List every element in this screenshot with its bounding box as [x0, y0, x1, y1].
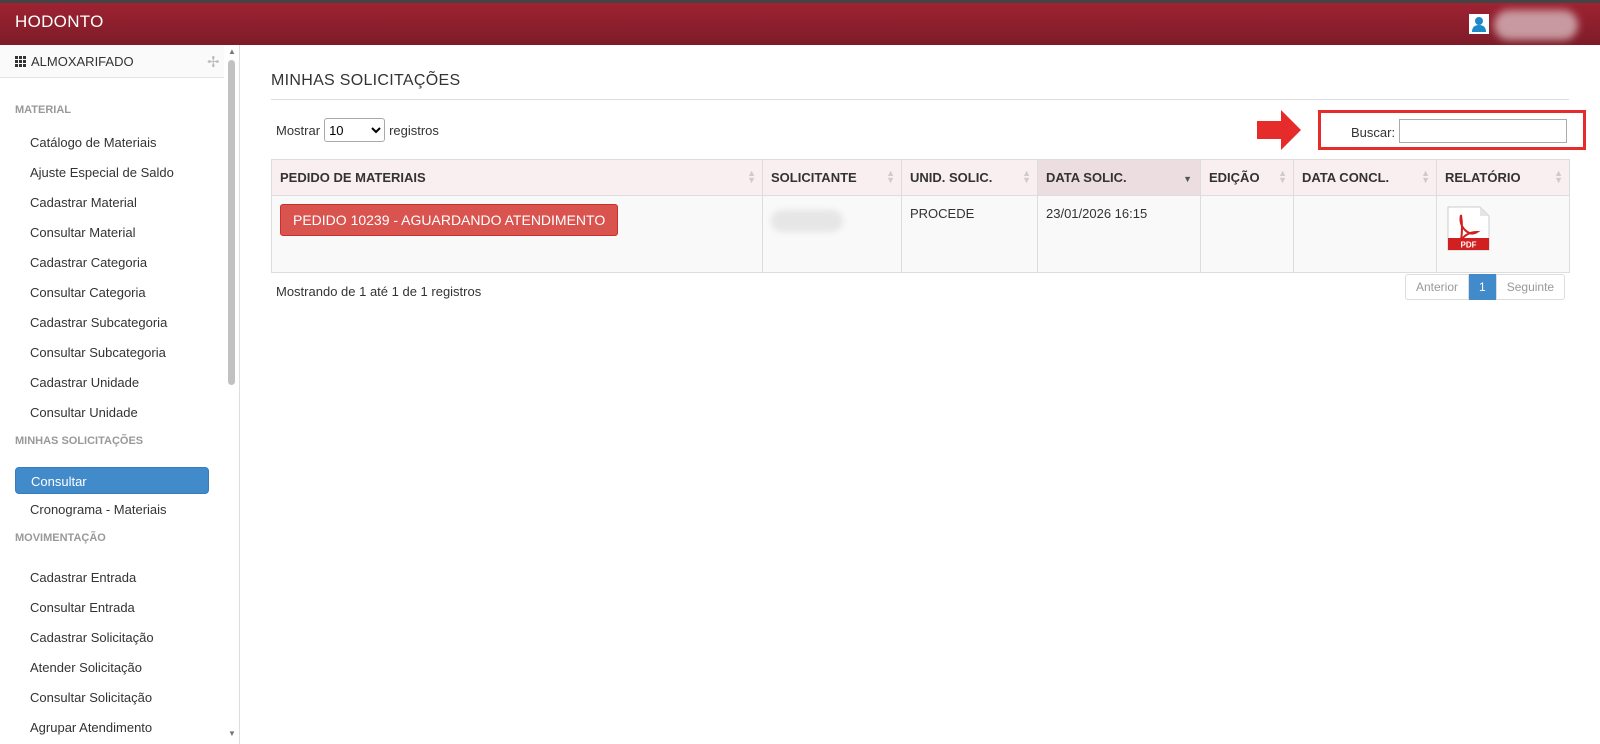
- col-label: PEDIDO DE MATERIAIS: [280, 170, 426, 185]
- col-header-edicao[interactable]: EDIÇÃO ▲ ▼: [1200, 159, 1294, 196]
- expand-plus-icon[interactable]: ✢: [207, 53, 220, 71]
- pdf-icon[interactable]: PDF: [1445, 206, 1491, 252]
- sidebar-item-atender-solicitacao[interactable]: Atender Solicitação: [15, 654, 209, 681]
- sidebar-module-title: ALMOXARIFADO: [31, 54, 134, 69]
- length-suffix-label: registros: [389, 122, 439, 138]
- page-length-select[interactable]: 10 25 50 100: [324, 118, 386, 142]
- sidebar-item-ajuste-especial-saldo[interactable]: Ajuste Especial de Saldo: [15, 159, 209, 186]
- sort-desc-icon: ▼: [1183, 174, 1192, 184]
- col-label: UNID. SOLIC.: [910, 170, 993, 185]
- col-header-data-solic[interactable]: DATA SOLIC. ▼: [1037, 159, 1201, 196]
- sidebar-item-cronograma-materiais[interactable]: Cronograma - Materiais: [15, 496, 209, 523]
- col-label: SOLICITANTE: [771, 170, 857, 185]
- sidebar-item-consultar-subcategoria[interactable]: Consultar Subcategoria: [15, 339, 209, 366]
- sidebar-item-consultar-material[interactable]: Consultar Material: [15, 219, 209, 246]
- sort-both-icon: ▲ ▼: [1022, 168, 1031, 185]
- table-row: PEDIDO 10239 - AGUARDANDO ATENDIMENTO PR…: [271, 195, 1570, 273]
- cell-relatorio: PDF: [1436, 195, 1570, 273]
- sort-both-icon: ▲ ▼: [747, 168, 756, 185]
- sidebar-item-consultar-unidade[interactable]: Consultar Unidade: [15, 399, 209, 426]
- sort-both-icon: ▲ ▼: [1278, 168, 1287, 185]
- cell-pedido: PEDIDO 10239 - AGUARDANDO ATENDIMENTO: [271, 195, 763, 273]
- search-input[interactable]: [1399, 119, 1567, 143]
- sort-both-icon: ▲ ▼: [1421, 168, 1430, 185]
- pagination-prev-button[interactable]: Anterior: [1405, 274, 1470, 300]
- search-highlight-box: Buscar:: [1318, 110, 1586, 150]
- app-brand[interactable]: HODONTO: [15, 12, 104, 32]
- sort-both-icon: ▲ ▼: [886, 168, 895, 185]
- sidebar-scrollbar-thumb[interactable]: [228, 60, 235, 385]
- table-header-row: PEDIDO DE MATERIAIS ▲ ▼ SOLICITANTE ▲ ▼ UNID…: [271, 159, 1570, 196]
- cell-solicitante: [762, 195, 902, 273]
- page-title: MINHAS SOLICITAÇÕES: [271, 72, 461, 89]
- col-label: DATA SOLIC.: [1046, 170, 1127, 185]
- grid-icon: [15, 56, 26, 67]
- requests-table: PEDIDO DE MATERIAIS ▲ ▼ SOLICITANTE ▲ ▼ UNID…: [271, 159, 1570, 273]
- col-label: DATA CONCL.: [1302, 170, 1390, 185]
- search-label: Buscar:: [1351, 125, 1396, 140]
- sidebar-item-consultar-entrada[interactable]: Consultar Entrada: [15, 594, 209, 621]
- title-divider: [271, 99, 1569, 100]
- sidebar-item-cadastrar-entrada[interactable]: Cadastrar Entrada: [15, 564, 209, 591]
- sidebar-item-agrupar-atendimento[interactable]: Agrupar Atendimento: [15, 714, 209, 741]
- red-arrow-annotation-icon: [1257, 110, 1301, 150]
- col-header-unidade[interactable]: UNID. SOLIC. ▲ ▼: [901, 159, 1038, 196]
- sidebar: ALMOXARIFADO ✢ MATERIAL Catálogo de Mate…: [0, 45, 240, 744]
- col-label: RELATÓRIO: [1445, 170, 1521, 185]
- sidebar-item-consultar-active[interactable]: Consultar: [15, 467, 209, 494]
- section-minhas-solicitacoes: MINHAS SOLICITAÇÕES: [15, 435, 144, 447]
- sidebar-item-catalogo-materiais[interactable]: Catálogo de Materiais: [15, 129, 209, 156]
- sort-both-icon: ▲ ▼: [1554, 168, 1563, 185]
- pedido-status-button[interactable]: PEDIDO 10239 - AGUARDANDO ATENDIMENTO: [280, 204, 619, 236]
- col-header-pedido[interactable]: PEDIDO DE MATERIAIS ▲ ▼: [271, 159, 763, 196]
- table-info: Mostrando de 1 até 1 de 1 registros: [276, 284, 482, 299]
- cell-data-solic: 23/01/2026 16:15: [1037, 195, 1201, 273]
- col-label: EDIÇÃO: [1209, 170, 1260, 185]
- sidebar-item-cadastrar-unidade[interactable]: Cadastrar Unidade: [15, 369, 209, 396]
- solicitante-redacted: [771, 210, 843, 232]
- pdf-label: PDF: [1461, 241, 1477, 250]
- sidebar-header: ALMOXARIFADO ✢: [0, 45, 224, 78]
- scroll-down-arrow-icon[interactable]: ▼: [228, 729, 236, 738]
- sidebar-item-cadastrar-subcategoria[interactable]: Cadastrar Subcategoria: [15, 309, 209, 336]
- cell-edicao: [1200, 195, 1294, 273]
- section-movimentacao: MOVIMENTAÇÃO: [15, 532, 106, 544]
- sidebar-item-cadastrar-categoria[interactable]: Cadastrar Categoria: [15, 249, 209, 276]
- user-name-redacted[interactable]: [1494, 10, 1578, 40]
- pagination-page-1[interactable]: 1: [1469, 274, 1496, 300]
- col-header-solicitante[interactable]: SOLICITANTE ▲ ▼: [762, 159, 902, 196]
- cell-data-concl: [1293, 195, 1437, 273]
- sidebar-item-cadastrar-material[interactable]: Cadastrar Material: [15, 189, 209, 216]
- page-length-control: Mostrar 10 25 50 100 registros: [276, 118, 439, 142]
- section-material: MATERIAL: [15, 104, 72, 116]
- cell-unidade: PROCEDE: [901, 195, 1038, 273]
- top-navbar: HODONTO: [0, 0, 1600, 45]
- col-header-data-concl[interactable]: DATA CONCL. ▲ ▼: [1293, 159, 1437, 196]
- sidebar-item-cadastrar-solicitacao[interactable]: Cadastrar Solicitação: [15, 624, 209, 651]
- pagination-next-button[interactable]: Seguinte: [1495, 274, 1566, 300]
- sidebar-item-consultar-categoria[interactable]: Consultar Categoria: [15, 279, 209, 306]
- pagination: Anterior 1 Seguinte: [1405, 274, 1566, 300]
- scroll-up-arrow-icon[interactable]: ▲: [228, 47, 236, 56]
- user-icon[interactable]: [1469, 14, 1489, 34]
- length-prefix-label: Mostrar: [276, 122, 321, 138]
- sidebar-item-consultar-solicitacao[interactable]: Consultar Solicitação: [15, 684, 209, 711]
- col-header-relatorio[interactable]: RELATÓRIO ▲ ▼: [1436, 159, 1570, 196]
